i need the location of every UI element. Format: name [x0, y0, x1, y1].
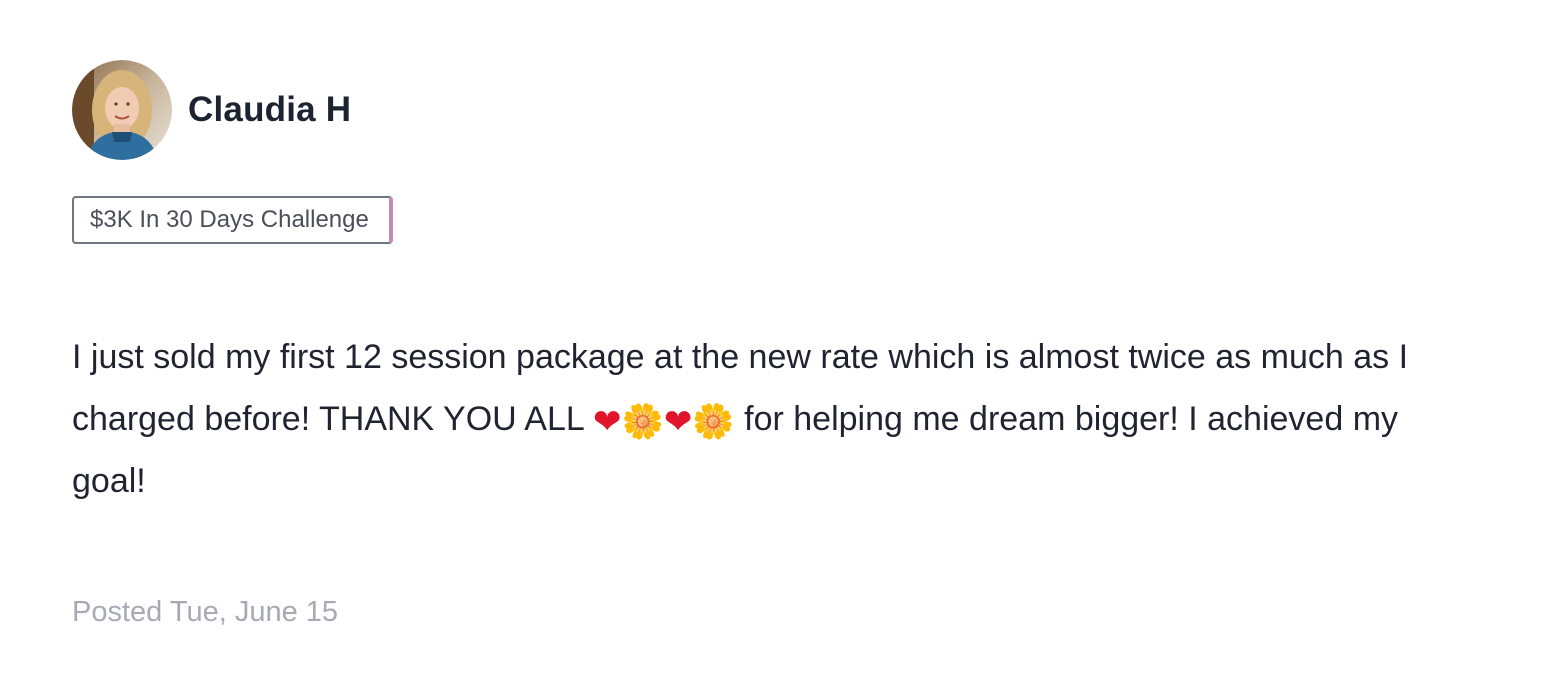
person-photo-icon [72, 60, 172, 160]
flower-icon: 🌼 [692, 403, 735, 441]
avatar[interactable] [72, 60, 172, 160]
author-name[interactable]: Claudia H [188, 90, 351, 130]
heart-icon: ❤ [663, 403, 693, 441]
author-row: Claudia H [72, 60, 351, 160]
post-body: I just sold my first 12 session package … [72, 326, 1412, 512]
post-card: Claudia H $3K In 30 Days Challenge I jus… [0, 0, 1564, 690]
flower-icon: 🌼 [621, 403, 664, 441]
challenge-tag[interactable]: $3K In 30 Days Challenge [72, 196, 393, 244]
posted-date: Posted Tue, June 15 [72, 596, 339, 628]
heart-icon: ❤ [593, 403, 622, 441]
